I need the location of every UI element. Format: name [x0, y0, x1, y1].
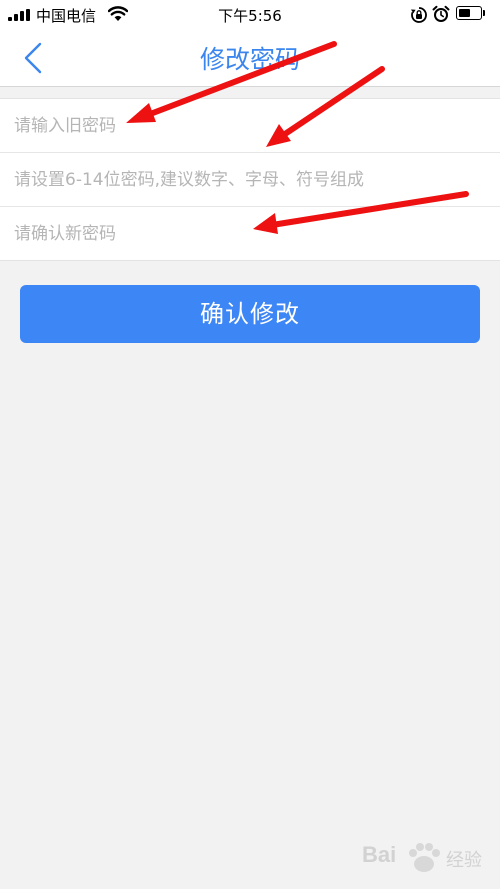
baidu-jingyan-watermark: Bai 经验: [362, 838, 492, 880]
confirm-password-input[interactable]: [14, 207, 484, 260]
navigation-bar: 修改密码: [0, 30, 500, 87]
battery-icon: [456, 6, 488, 22]
page-title: 修改密码: [199, 45, 300, 74]
confirm-change-button[interactable]: 确认修改: [20, 285, 480, 343]
password-form: [0, 98, 500, 261]
alarm-clock-icon: [432, 5, 450, 22]
paw-logo-icon: [409, 843, 440, 872]
old-password-row: [0, 99, 500, 153]
rotation-lock-icon: [411, 7, 427, 23]
watermark-logo-text: Bai: [362, 842, 397, 867]
status-bar: 中国电信 下午5:56: [0, 0, 500, 30]
new-password-row: [0, 153, 500, 207]
watermark-suffix: 经验: [446, 850, 482, 871]
old-password-input[interactable]: [14, 99, 484, 152]
new-password-input[interactable]: [14, 153, 484, 206]
confirm-password-row: [0, 207, 500, 260]
